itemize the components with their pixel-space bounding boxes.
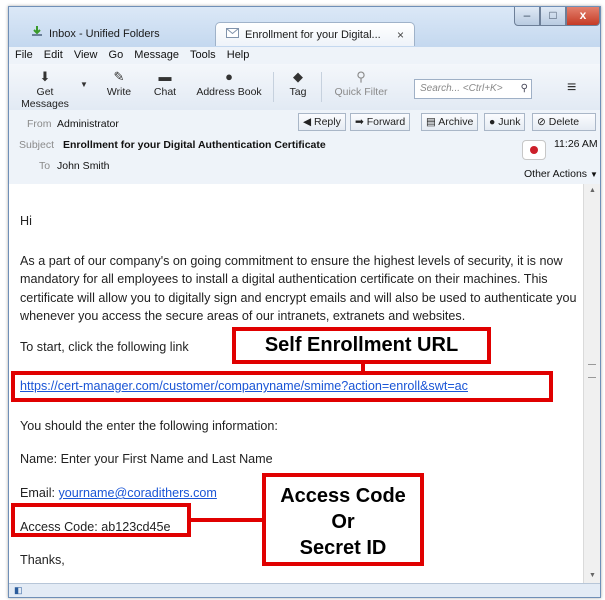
search-input[interactable]: Search... <Ctrl+K> ⚲ bbox=[414, 79, 532, 99]
greeting: Hi bbox=[20, 214, 32, 228]
reply-label: Reply bbox=[314, 116, 341, 128]
email-link[interactable]: yourname@coradithers.com bbox=[59, 486, 217, 500]
menu-view[interactable]: View bbox=[74, 49, 98, 61]
email-label: Email: bbox=[20, 486, 59, 500]
chevron-down-icon: ▼ bbox=[589, 170, 598, 179]
inbox-download-icon bbox=[31, 22, 43, 46]
junk-label: Junk bbox=[498, 116, 521, 128]
delete-icon: ⊘ bbox=[537, 116, 546, 128]
activity-icon: ◧ bbox=[14, 585, 23, 595]
magnifier-icon: ⚲ bbox=[356, 69, 366, 84]
other-actions-label: Other Actions bbox=[524, 168, 588, 180]
info-intro: You should the enter the following infor… bbox=[20, 419, 278, 433]
search-placeholder: Search... <Ctrl+K> bbox=[420, 83, 503, 94]
email-line: Email: yourname@coradithers.com bbox=[20, 486, 217, 500]
chat-bubble-icon: ▬ bbox=[158, 69, 172, 84]
from-label: From bbox=[27, 118, 52, 130]
access-code-connector-line bbox=[191, 518, 263, 522]
address-book-button[interactable]: ● Address Book bbox=[191, 69, 267, 98]
minimize-button[interactable]: – bbox=[514, 7, 540, 26]
person-icon: ● bbox=[225, 69, 233, 84]
subject-value: Enrollment for your Digital Authenticati… bbox=[63, 139, 326, 151]
junk-icon: ● bbox=[489, 116, 496, 128]
tab-email[interactable]: Enrollment for your Digital... × bbox=[215, 22, 415, 46]
chat-label: Chat bbox=[153, 86, 177, 98]
toolbar-divider bbox=[321, 72, 322, 102]
menu-edit[interactable]: Edit bbox=[44, 49, 63, 61]
other-actions-button[interactable]: Other Actions ▼ bbox=[524, 168, 598, 180]
forward-button[interactable]: ➡ Forward bbox=[350, 113, 411, 131]
toolbar-divider bbox=[273, 72, 274, 102]
vertical-scrollbar[interactable]: ▲ ▼ bbox=[583, 184, 600, 583]
menu-message[interactable]: Message bbox=[134, 49, 179, 61]
name-line: Name: Enter your First Name and Last Nam… bbox=[20, 452, 273, 466]
chat-button[interactable]: ▬ Chat bbox=[145, 69, 185, 98]
menu-file[interactable]: File bbox=[15, 49, 33, 61]
get-messages-dropdown[interactable]: ▼ bbox=[77, 77, 91, 93]
pencil-icon: ✎ bbox=[113, 69, 125, 84]
toolbar: ⬇ Get Messages ▼ ✎ Write ▬ Chat ● Addres… bbox=[9, 64, 600, 111]
menu-go[interactable]: Go bbox=[109, 49, 124, 61]
chevron-down-icon: ▼ bbox=[80, 80, 88, 89]
scroll-down-icon[interactable]: ▼ bbox=[589, 572, 596, 579]
to-label: To bbox=[39, 160, 51, 172]
quick-filter-label: Quick Filter bbox=[334, 86, 388, 98]
archive-button[interactable]: ▤ Archive bbox=[421, 113, 479, 131]
archive-label: Archive bbox=[438, 116, 474, 128]
body-paragraph: As a part of our company's on going comm… bbox=[20, 254, 577, 324]
forward-label: Forward bbox=[366, 116, 406, 128]
archive-icon: ▤ bbox=[426, 116, 436, 128]
thanks-text: Thanks, bbox=[20, 553, 65, 567]
tab-email-label: Enrollment for your Digital... bbox=[245, 29, 381, 41]
envelope-icon bbox=[226, 23, 239, 47]
delete-button[interactable]: ⊘ Delete bbox=[532, 113, 596, 131]
access-code-callout-line1: Access Code bbox=[280, 485, 406, 507]
close-tab-icon[interactable]: × bbox=[397, 23, 404, 47]
close-window-button[interactable]: x bbox=[566, 7, 600, 26]
to-start-text: To start, click the following link bbox=[20, 340, 189, 354]
enrollment-url-highlight bbox=[11, 371, 553, 402]
junk-button[interactable]: ● Junk bbox=[484, 113, 526, 131]
reply-button[interactable]: ◀ Reply bbox=[298, 113, 346, 131]
title-bar: Inbox - Unified Folders Enrollment for y… bbox=[9, 7, 600, 47]
tag-button[interactable]: ◆ Tag bbox=[281, 69, 315, 98]
forward-icon: ➡ bbox=[355, 116, 364, 128]
security-seal-icon[interactable] bbox=[522, 140, 546, 160]
access-code-callout-line2: Or bbox=[331, 511, 355, 533]
tab-inbox-label: Inbox - Unified Folders bbox=[49, 28, 160, 40]
scroll-grip[interactable] bbox=[588, 364, 596, 378]
download-icon: ⬇ bbox=[39, 69, 51, 84]
write-button[interactable]: ✎ Write bbox=[99, 69, 139, 98]
menu-help[interactable]: Help bbox=[227, 49, 250, 61]
subject-label: Subject bbox=[19, 139, 55, 151]
from-value[interactable]: Administrator bbox=[57, 118, 119, 130]
message-header: From Administrator Subject Enrollment fo… bbox=[9, 110, 600, 185]
access-code-callout: Access Code Or Secret ID bbox=[262, 473, 424, 566]
tag-icon: ◆ bbox=[293, 69, 303, 84]
access-code-callout-line3: Secret ID bbox=[299, 537, 387, 559]
status-bar: ◧ bbox=[9, 583, 600, 597]
address-book-label: Address Book bbox=[196, 86, 262, 98]
search-icon: ⚲ bbox=[520, 83, 528, 94]
menu-bar: File Edit View Go Message Tools Help bbox=[9, 47, 600, 64]
message-time: 11:26 AM bbox=[554, 138, 598, 150]
reply-icon: ◀ bbox=[303, 116, 312, 128]
maximize-button[interactable]: □ bbox=[540, 7, 566, 26]
write-label: Write bbox=[106, 86, 132, 98]
self-enrollment-url-callout: Self Enrollment URL bbox=[232, 327, 491, 364]
get-messages-button[interactable]: ⬇ Get Messages bbox=[13, 69, 77, 110]
menu-tools[interactable]: Tools bbox=[190, 49, 216, 61]
tag-label: Tag bbox=[289, 86, 307, 98]
tab-inbox[interactable]: Inbox - Unified Folders bbox=[15, 22, 215, 46]
app-menu-icon[interactable]: ≡ bbox=[567, 79, 576, 97]
to-value[interactable]: John Smith bbox=[57, 160, 110, 172]
quick-filter-button[interactable]: ⚲ Quick Filter bbox=[327, 69, 395, 98]
access-code-highlight bbox=[11, 503, 191, 537]
get-messages-label: Get Messages bbox=[21, 86, 69, 110]
scroll-up-icon[interactable]: ▲ bbox=[589, 187, 596, 194]
delete-label: Delete bbox=[548, 116, 580, 128]
